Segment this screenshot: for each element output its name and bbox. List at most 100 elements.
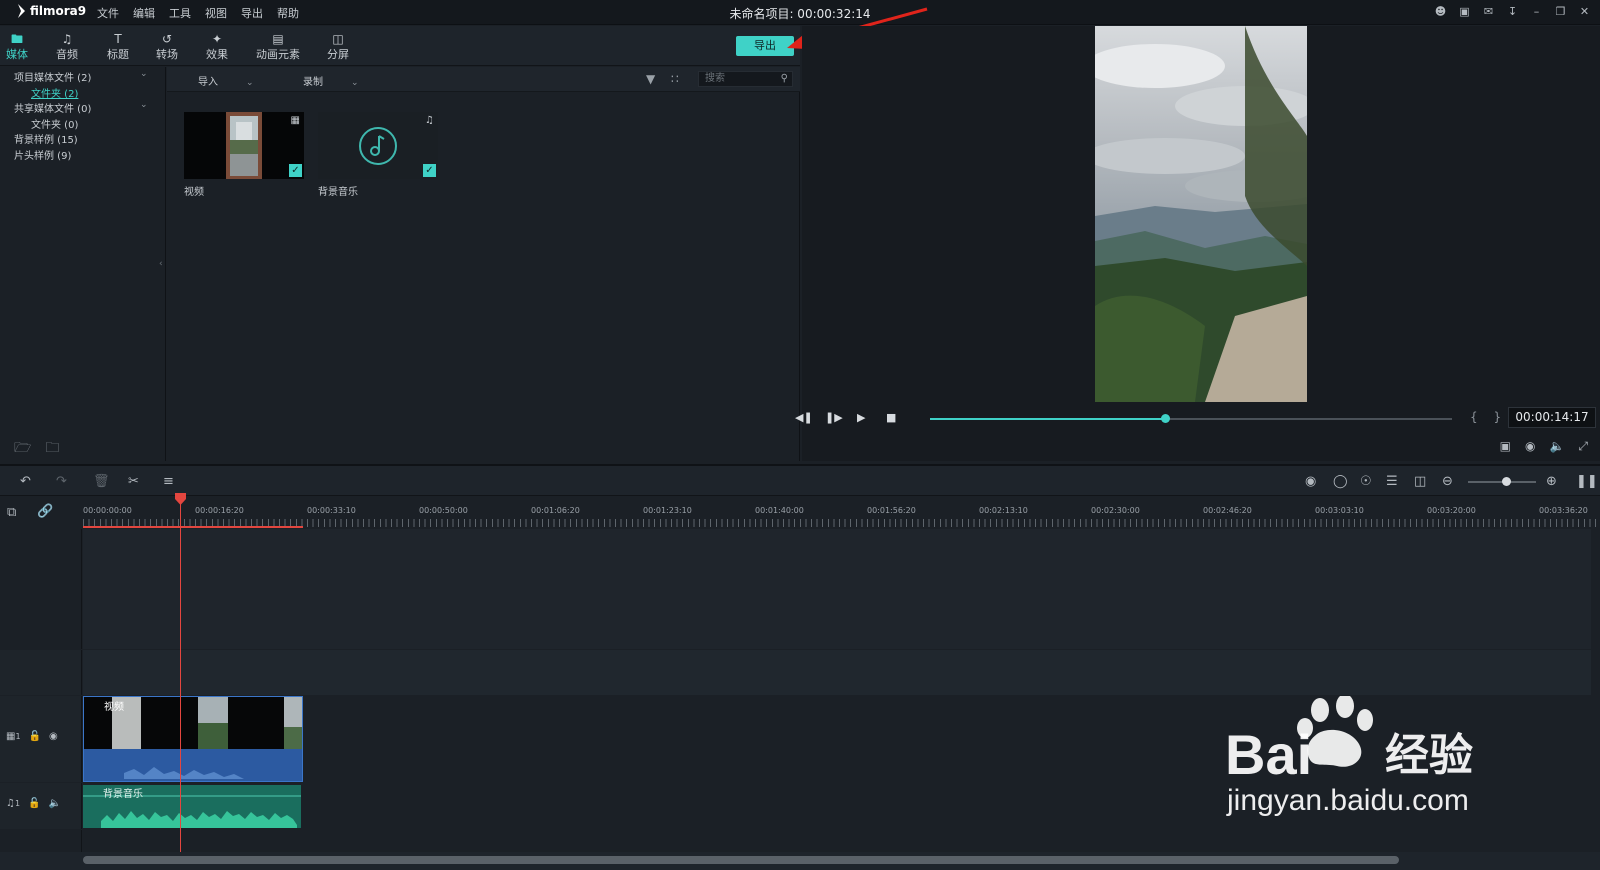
grid-view-icon[interactable]: ∷ — [671, 72, 679, 86]
render-icon[interactable]: ◉ — [1305, 474, 1316, 489]
chevron-down-icon[interactable]: ⌄ — [140, 100, 148, 110]
menu-edit[interactable]: 编辑 — [126, 5, 162, 21]
zoom-knob[interactable] — [1502, 477, 1511, 486]
watermark-jingyan: 经验 — [1385, 730, 1473, 781]
folder-actions: 🗁 🗀 — [14, 437, 59, 461]
eye-icon[interactable]: ◉ — [49, 731, 58, 742]
undo-icon[interactable]: ↶ — [20, 474, 31, 489]
video-track-controls: ▦1 🔓 ◉ — [6, 731, 58, 742]
video-thumbnail-image — [184, 112, 304, 179]
window-controls: ☻ ▣ ✉ ↧ – ❐ ✕ — [1433, 4, 1592, 19]
media-clip-video[interactable]: ▦ ✓ 视频 — [184, 112, 304, 198]
preview-panel: ◀❚ ❚▶ ▶ ■ { } 00:00:14:17 ▣ ◉ 🔈 ⤢ — [795, 26, 1600, 461]
marker-icon[interactable]: ◯ — [1333, 474, 1348, 489]
track-area-empty — [83, 529, 1591, 649]
search-input[interactable]: 搜索 ⚲ — [698, 71, 793, 87]
restore-icon[interactable]: ❐ — [1553, 4, 1568, 19]
logo-text: filmora9 — [30, 4, 87, 18]
menu-file[interactable]: 文件 — [90, 5, 126, 21]
tab-audio[interactable]: ♫ 音频 — [56, 32, 78, 62]
media-clip-audio[interactable]: ♫ ✓ 背景音乐 — [318, 112, 438, 198]
tab-label: 动画元素 — [256, 48, 300, 61]
add-track-icon[interactable]: ⧉ — [7, 505, 16, 520]
filter-icon[interactable]: ▼ — [646, 72, 655, 86]
tree-intro-samples[interactable]: 片头样例 (9) — [14, 147, 71, 162]
tree-folder-project[interactable]: 文件夹 (2) — [31, 85, 78, 100]
redo-icon[interactable]: ↷ — [56, 474, 67, 489]
tab-label: 效果 — [206, 48, 228, 61]
zoom-in-icon[interactable]: ⊕ — [1546, 474, 1557, 489]
search-icon[interactable]: ⚲ — [781, 72, 788, 86]
video-clip[interactable]: 视频 — [83, 696, 303, 782]
ruler-time-label: 00:03:20:00 — [1427, 506, 1476, 515]
playback-knob[interactable] — [1160, 414, 1170, 423]
lock-icon[interactable]: 🔓 — [28, 798, 40, 809]
lock-icon[interactable]: 🔓 — [29, 731, 41, 742]
minimize-icon[interactable]: – — [1529, 4, 1544, 19]
video-clip-label: 视频 — [104, 702, 124, 713]
record-dropdown[interactable]: 录制 ⌄ — [303, 73, 359, 88]
close-icon[interactable]: ✕ — [1577, 4, 1592, 19]
split-screen-icon: ◫ — [332, 32, 344, 46]
tree-background-samples[interactable]: 背景样例 (15) — [14, 131, 78, 146]
tab-effects[interactable]: ✦ 效果 — [206, 32, 228, 62]
tree-project-media[interactable]: 项目媒体文件 (2) — [14, 69, 91, 84]
zoom-out-icon[interactable]: ⊖ — [1442, 474, 1453, 489]
fullscreen-icon[interactable]: ⤢ — [1578, 439, 1588, 454]
timeline-ruler[interactable]: ⧉ 🔗 00:00:00:00 00:00:16:20 00:00:33:10 00:… — [0, 497, 1600, 529]
adjust-icon[interactable]: ≡ — [163, 474, 174, 489]
speaker-icon[interactable]: 🔈 — [49, 798, 61, 809]
step-back-icon[interactable]: ◀❚ — [795, 411, 813, 424]
video-thumbnail: ▦ ✓ — [184, 112, 304, 179]
tab-media[interactable]: 🖿 媒体 — [6, 32, 28, 62]
menu-tools[interactable]: 工具 — [162, 5, 198, 21]
tab-split-screen[interactable]: ◫ 分屏 — [327, 32, 349, 62]
snapshot-icon[interactable]: ◉ — [1525, 439, 1535, 454]
menu-view[interactable]: 视图 — [198, 5, 234, 21]
transition-icon: ↺ — [161, 32, 173, 46]
mail-icon[interactable]: ✉ — [1481, 4, 1496, 19]
library-toolbar: 导入 ⌄ 录制 ⌄ ▼ ∷ 搜索 ⚲ — [167, 67, 800, 92]
tab-titles[interactable]: T 标题 — [107, 32, 129, 62]
tree-folder-shared[interactable]: 文件夹 (0) — [31, 116, 78, 131]
filmora-logo-icon — [18, 4, 25, 18]
mark-in-out-icon[interactable]: { } — [1470, 410, 1507, 424]
step-forward-icon[interactable]: ❚▶ — [825, 411, 843, 424]
cut-icon[interactable]: ✂ — [128, 474, 139, 489]
tab-transitions[interactable]: ↺ 转场 — [156, 32, 178, 62]
account-icon[interactable]: ☻ — [1433, 4, 1448, 19]
checkmark-icon: ✓ — [423, 164, 436, 177]
tree-shared-media[interactable]: 共享媒体文件 (0) — [14, 100, 91, 115]
work-area-bar — [83, 526, 303, 528]
playhead-line[interactable] — [180, 493, 181, 855]
panel-toggle-icon[interactable]: ❚❚ — [1576, 474, 1598, 489]
new-folder-icon[interactable]: 🗁 — [14, 437, 31, 461]
stop-icon[interactable]: ■ — [886, 411, 896, 424]
chevron-down-icon[interactable]: ⌄ — [140, 69, 148, 79]
video-track-header: ▦1 🔓 ◉ — [0, 696, 82, 782]
link-icon[interactable]: 🔗 — [37, 504, 53, 519]
menu-help[interactable]: 帮助 — [270, 5, 306, 21]
save-icon[interactable]: ▣ — [1457, 4, 1472, 19]
play-icon[interactable]: ▶ — [857, 411, 865, 424]
tab-elements[interactable]: ▤ 动画元素 — [256, 32, 300, 62]
preview-video-frame — [1095, 26, 1307, 402]
playhead-handle-icon[interactable] — [175, 493, 186, 505]
collapse-arrow-icon[interactable]: ‹ — [159, 259, 163, 269]
import-dropdown[interactable]: 导入 ⌄ — [198, 73, 254, 88]
download-icon[interactable]: ↧ — [1505, 4, 1520, 19]
audio-clip[interactable]: 背景音乐 — [83, 785, 301, 828]
delete-folder-icon[interactable]: 🗀 — [45, 437, 59, 461]
playback-scrubber[interactable] — [930, 414, 1452, 423]
horizontal-scrollbar[interactable] — [83, 856, 1399, 864]
filmora-window: filmora9 文件 编辑 工具 视图 导出 帮助 未命名项目: 00:00:… — [0, 0, 1600, 870]
detach-icon[interactable]: ◫ — [1414, 474, 1426, 489]
render-preview-icon[interactable]: ▣ — [1500, 439, 1511, 454]
delete-icon[interactable]: 🗑 — [93, 474, 110, 489]
volume-icon[interactable]: 🔈 — [1549, 439, 1564, 454]
audio-mixer-icon[interactable]: ☰ — [1386, 474, 1398, 489]
microphone-icon[interactable]: ☉ — [1360, 474, 1372, 489]
audio-thumbnail: ♫ ✓ — [318, 112, 438, 179]
ruler-time-label: 00:02:46:20 — [1203, 506, 1252, 515]
menu-export[interactable]: 导出 — [234, 5, 270, 21]
